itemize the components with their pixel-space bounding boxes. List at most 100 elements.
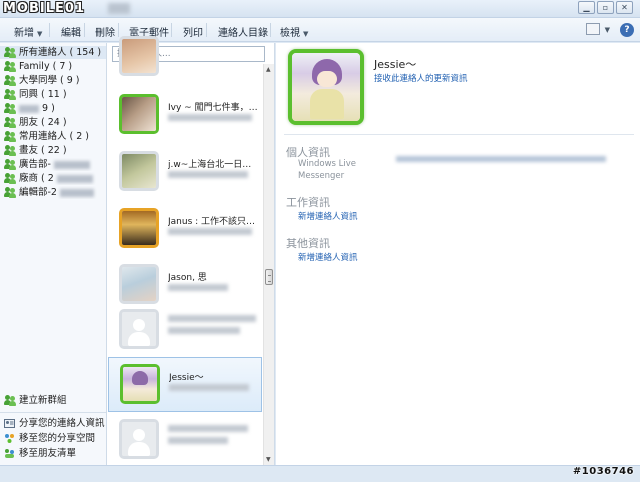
contacts-group-icon [4,89,16,100]
share-card-icon [4,419,15,428]
redacted-text [53,160,90,169]
chevron-down-icon: ▼ [303,30,309,38]
contact-name: Jessie～ [169,373,204,383]
default-user-icon [133,429,145,441]
contact-avatar [119,419,159,459]
sidebar-group-label: 編輯部-2 [19,187,57,198]
contacts-group-icon [4,47,16,58]
section-title-work: 工作資訊 [286,196,330,209]
scroll-thumb[interactable] [265,269,273,285]
contact-row[interactable]: j.w~上海台北一日生活... [108,145,262,197]
menu-new[interactable]: 新增 ▼ [14,24,42,39]
section-title-other: 其他資訊 [286,237,330,250]
menu-separator [84,23,85,37]
friends-list-link[interactable]: 移至朋友清單 [0,447,106,460]
menu-separator [206,23,207,37]
layout-icon[interactable] [586,23,600,35]
contact-avatar [119,151,159,191]
subscribe-updates-link[interactable]: 接收此連絡人的更新資訊 [374,72,468,84]
sidebar-group-label: 常用連絡人 ( 2 ) [19,131,90,142]
redacted-text [168,171,248,178]
contact-row[interactable] [108,303,262,355]
share-space-link[interactable]: 移至您的分享空間 [0,432,106,445]
group-sidebar: 所有連絡人 ( 154 ) Family ( 7 ) 大學同學 ( 9 ) 同興… [0,43,107,465]
menu-delete[interactable]: 刪除 [95,24,115,39]
redacted-text [168,437,228,444]
contact-name: Janus : 工作不該只是工... [168,217,260,227]
sidebar-divider [0,412,106,413]
im-service-line: Messenger [298,171,345,181]
contacts-group-icon [4,173,16,184]
contacts-group-icon [4,159,16,170]
status-bar [0,465,640,482]
menu-print[interactable]: 列印 [183,24,203,39]
contacts-group-icon [4,145,16,156]
contacts-group-icon [4,117,16,128]
contact-row[interactable]: Ivy ~ 闖門七件事，僅米... [108,88,262,140]
sidebar-group-classmates[interactable]: 大學同學 ( 9 ) [0,74,106,87]
menu-directory[interactable]: 連絡人目錄 [218,24,268,39]
contact-name: j.w~上海台北一日生活... [168,160,260,170]
maximize-button[interactable]: ▫ [597,1,614,14]
close-button[interactable]: ✕ [616,1,633,14]
sidebar-group-family[interactable]: Family ( 7 ) [0,60,106,73]
redacted-text [19,104,39,113]
contacts-group-icon [4,187,16,198]
sidebar-group-label: 畫友 ( 22 ) [19,145,67,156]
add-other-info-link[interactable]: 新增連絡人資訊 [298,251,358,263]
sidebar-group-friends[interactable]: 朋友 ( 24 ) [0,116,106,129]
sidebar-group-all[interactable]: 所有連絡人 ( 154 ) [0,46,106,59]
contact-row[interactable] [108,413,262,465]
contact-avatar [119,94,159,134]
contact-details-pane: Jessie～ 接收此連絡人的更新資訊 個人資訊 Windows Live Me… [276,43,640,465]
contact-row-selected[interactable]: Jessie～ [108,357,262,412]
sidebar-group-label: 廠商 ( 2 [19,173,54,184]
profile-name: Jessie～ [374,58,417,71]
contact-list-scrollbar[interactable]: ▲ ▼ [263,64,274,465]
chevron-down-icon: ▼ [604,26,610,34]
title-bar: MOBILE01 ▁ ▫ ✕ [0,0,640,18]
menu-edit[interactable]: 編輯 [61,24,81,39]
redacted-text [60,188,95,197]
contact-avatar [119,264,159,304]
sidebar-group-label: 朋友 ( 24 ) [19,117,67,128]
contact-name: Jason, 思 [168,273,207,283]
sidebar-group-label: 大學同學 ( 9 ) [19,75,80,86]
sidebar-group-label: Family ( 7 ) [19,61,73,72]
contacts-group-icon [4,61,16,72]
sidebar-group-frequent[interactable]: 常用連絡人 ( 2 ) [0,130,106,143]
logo-blur-region [108,3,130,14]
sidebar-group-ads[interactable]: 廣告部- [0,158,106,171]
redacted-text [168,114,252,121]
chevron-down-icon: ▼ [37,30,43,38]
sidebar-group-artists[interactable]: 畫友 ( 22 ) [0,144,106,157]
friends-list-icon [5,449,14,458]
contact-avatar [120,364,160,404]
sidebar-group-editorial[interactable]: 編輯部-2 [0,186,106,199]
redacted-text [168,425,248,432]
add-work-info-link[interactable]: 新增連絡人資訊 [298,210,358,222]
contact-name: Ivy ~ 闖門七件事，僅米... [168,103,260,113]
scroll-down-arrow-icon[interactable]: ▼ [266,456,271,463]
contacts-group-icon [4,131,16,142]
redacted-text [168,315,256,322]
menu-separator [171,23,172,37]
contacts-group-icon [4,103,16,114]
menu-separator [270,23,271,37]
sidebar-group-vendors[interactable]: 廠商 ( 2 [0,172,106,185]
sidebar-group-redacted[interactable]: 9 ) [0,102,106,115]
profile-avatar [288,49,364,125]
sidebar-group-label: 所有連絡人 ( 154 ) [19,47,102,58]
share-space-icon [5,434,14,443]
minimize-button[interactable]: ▁ [578,1,595,14]
create-group-button[interactable]: 建立新群組 [0,394,106,407]
sidebar-group-label: 9 ) [42,103,55,114]
sidebar-group-tongxing[interactable]: 同興 ( 11 ) [0,88,106,101]
menu-view[interactable]: 檢視 ▼ [280,24,308,39]
app-logo: MOBILE01 [3,1,85,16]
scroll-up-arrow-icon[interactable]: ▲ [266,66,271,73]
menu-separator [49,23,50,37]
help-button[interactable]: ? [620,23,634,37]
contact-row[interactable]: Janus : 工作不該只是工... [108,202,262,254]
share-contact-info-link[interactable]: 分享您的連絡人資訊 [0,417,106,430]
